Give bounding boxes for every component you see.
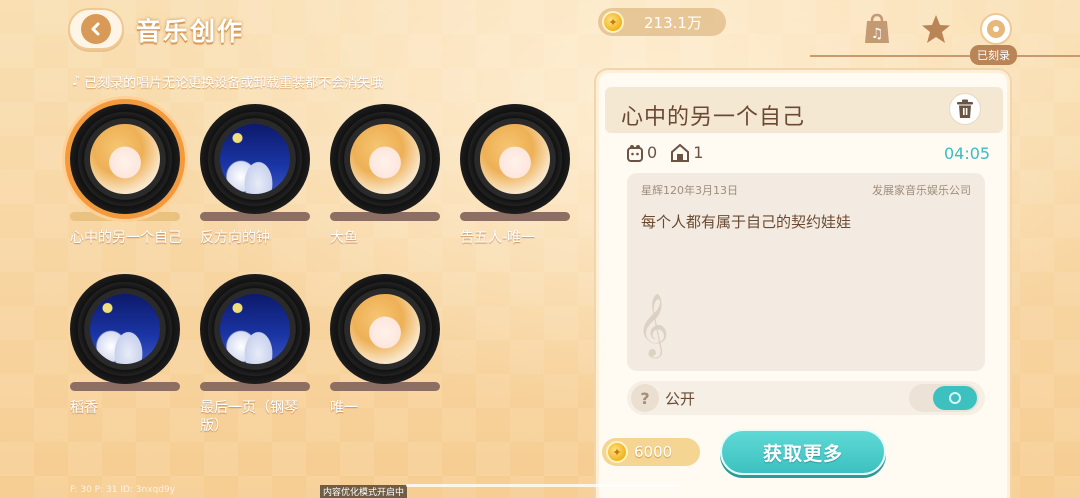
likes-count: 0 [647, 143, 658, 162]
record-disc[interactable] [200, 104, 310, 214]
help-icon[interactable]: ? [631, 384, 659, 412]
coin-balance: ✦ 213.1万 [598, 8, 726, 36]
music-note-icon: ♪ [72, 74, 81, 89]
record-disc[interactable] [70, 274, 180, 384]
record-item[interactable]: 稻香 [70, 274, 185, 417]
description-box: 星辉120年3月13日 发展家音乐娱乐公司 每个人都有属于自己的契约娃娃 𝄞 [627, 173, 985, 371]
plays-stat: 1 [671, 143, 703, 162]
public-toggle[interactable] [909, 384, 979, 412]
back-arrow-icon [81, 14, 111, 44]
record-disc[interactable] [330, 104, 440, 214]
record-item[interactable]: 最后一页（钢琴版） [200, 274, 315, 435]
detail-stats: 0 1 [627, 143, 703, 162]
record-name: 稻香 [70, 400, 98, 416]
get-more-button[interactable]: 获取更多 [720, 429, 886, 475]
record-name: 最后一页（钢琴版） [200, 400, 298, 434]
record-name: 反方向的钟 [200, 230, 270, 246]
trash-icon [957, 99, 973, 118]
content-mode-banner: 内容优化模式开启中 [320, 485, 408, 498]
record-company: 发展家音乐娱乐公司 [872, 184, 971, 197]
treble-clef-icon: 𝄞 [637, 293, 669, 356]
record-disc[interactable] [460, 104, 570, 214]
record-cover [350, 124, 420, 194]
likes-stat: 0 [627, 143, 657, 162]
coin-value: 213.1万 [644, 13, 702, 32]
recorded-disc-icon[interactable] [979, 12, 1013, 46]
delete-button[interactable] [949, 93, 981, 125]
notice-text: ♪ 已刻录的唱片无论更换设备或卸载重装都不会消失哦 [72, 74, 384, 91]
record-disc[interactable] [330, 274, 440, 384]
home-indicator[interactable] [406, 484, 680, 487]
record-disc[interactable] [200, 274, 310, 384]
page-title: 音乐创作 [136, 17, 245, 46]
detail-song-title: 心中的另一个自己 [621, 105, 806, 130]
price-value: 6000 [634, 443, 673, 461]
record-name: 告五人-唯一 [460, 230, 536, 246]
record-date: 星辉120年3月13日 [641, 184, 738, 197]
toggle-knob [933, 386, 977, 410]
record-name: 心中的另一个自己 [70, 230, 182, 246]
building-icon [671, 143, 690, 162]
svg-text:♫: ♫ [871, 26, 884, 42]
record-item[interactable]: 告五人-唯一 [460, 104, 575, 247]
plays-count: 1 [693, 143, 704, 162]
coin-icon: ✦ [602, 11, 624, 33]
record-item[interactable]: 心中的另一个自己 [70, 104, 185, 247]
recorded-tab-label[interactable]: 已刻录 [970, 45, 1017, 65]
record-disc[interactable] [70, 104, 180, 214]
record-name: 大鱼 [330, 230, 358, 246]
record-cover [90, 124, 160, 194]
record-description: 每个人都有属于自己的契约娃娃 [641, 213, 852, 231]
star-icon[interactable] [919, 12, 953, 46]
record-cover [480, 124, 550, 194]
record-cover [90, 294, 160, 364]
debug-info: F: 30 P: 31 ID: 3nxqd9y [70, 485, 176, 495]
recorded-divider [810, 55, 1080, 57]
record-item[interactable]: 反方向的钟 [200, 104, 315, 247]
doll-icon [627, 144, 643, 162]
record-item[interactable]: 唯一 [330, 274, 445, 417]
record-cover [350, 294, 420, 364]
coin-icon: ✦ [606, 441, 628, 463]
record-name: 唯一 [330, 400, 358, 416]
public-setting: ? 公开 [627, 381, 985, 415]
back-button[interactable] [68, 8, 124, 50]
record-item[interactable]: 大鱼 [330, 104, 445, 247]
record-cover [220, 294, 290, 364]
public-label: 公开 [665, 390, 696, 408]
music-shop-icon[interactable]: ♫ [860, 12, 894, 46]
song-duration: 04:05 [944, 144, 991, 163]
record-cover [220, 124, 290, 194]
price-tag: ✦ 6000 [602, 438, 700, 466]
